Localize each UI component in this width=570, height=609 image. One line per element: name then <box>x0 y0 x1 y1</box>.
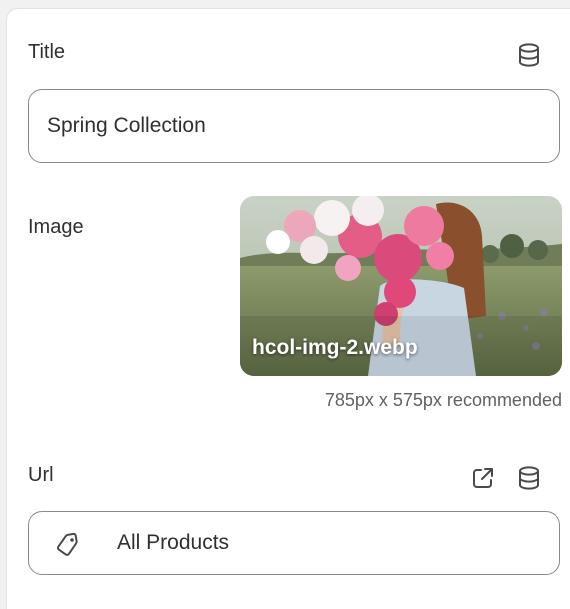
url-link-picker[interactable]: All Products <box>28 511 560 575</box>
url-value: All Products <box>117 531 230 554</box>
title-label: Title <box>28 41 66 63</box>
url-label: Url <box>28 464 54 486</box>
image-label: Image <box>28 216 84 238</box>
tag-icon <box>56 532 78 556</box>
url-dynamic-source-database-icon[interactable] <box>516 465 542 491</box>
title-input-value: Spring Collection <box>47 114 206 137</box>
title-dynamic-source-database-icon[interactable] <box>516 42 542 68</box>
image-picker[interactable]: hcol-img-2.webp <box>240 196 562 376</box>
section-settings-panel: Title Spring Collection Image hcol-img-2… <box>6 8 570 609</box>
image-file-name: hcol-img-2.webp <box>252 336 418 359</box>
image-size-hint: 785px x 575px recommended <box>324 390 562 410</box>
external-link-icon[interactable] <box>470 465 496 491</box>
title-input[interactable]: Spring Collection <box>28 89 560 163</box>
